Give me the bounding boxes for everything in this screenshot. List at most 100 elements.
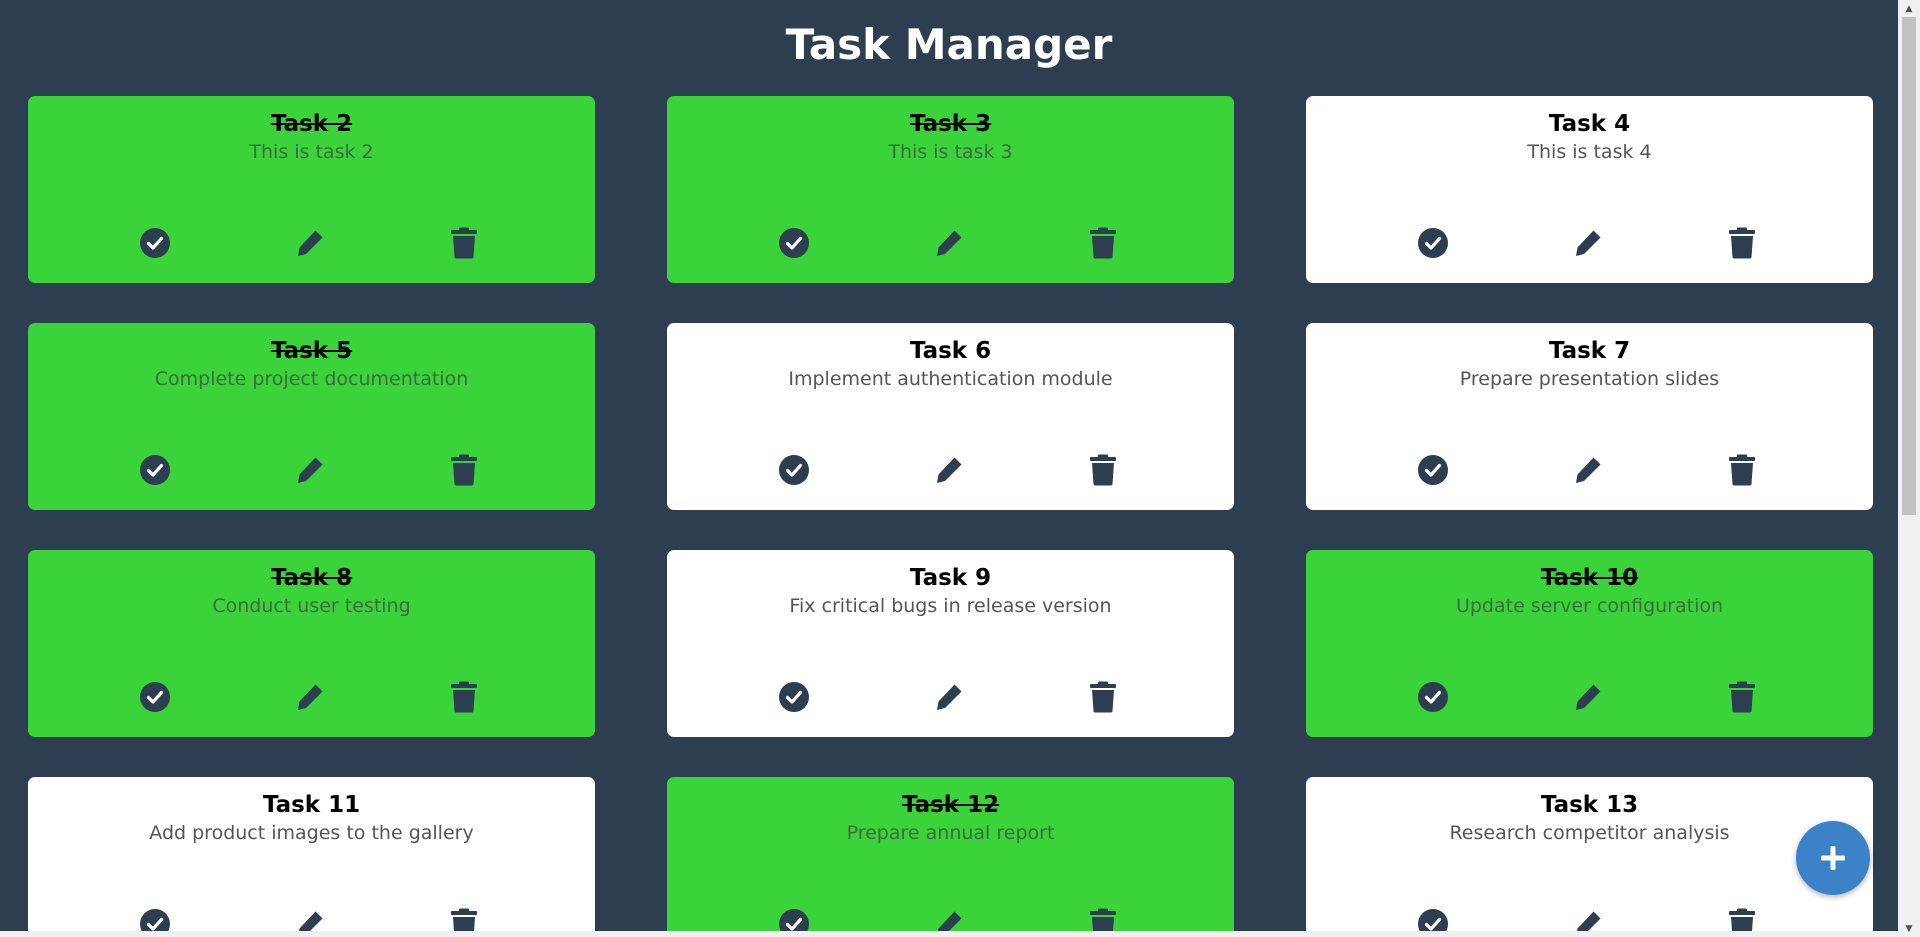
check-circle-icon xyxy=(1417,908,1449,931)
task-description: Prepare presentation slides xyxy=(1459,368,1720,390)
edit-task-button[interactable] xyxy=(932,907,966,931)
delete-task-button[interactable] xyxy=(1725,680,1759,714)
task-actions xyxy=(28,453,595,487)
task-description: Implement authentication module xyxy=(788,368,1113,390)
check-circle-icon xyxy=(139,681,171,713)
task-actions xyxy=(28,226,595,260)
complete-task-button[interactable] xyxy=(1416,907,1450,931)
check-circle-icon xyxy=(139,908,171,931)
complete-task-button[interactable] xyxy=(138,680,172,714)
edit-task-button[interactable] xyxy=(932,680,966,714)
task-actions xyxy=(1306,226,1873,260)
delete-task-button[interactable] xyxy=(1725,453,1759,487)
delete-task-button[interactable] xyxy=(1086,453,1120,487)
pencil-icon xyxy=(1572,681,1604,713)
task-description: This is task 4 xyxy=(1527,141,1652,163)
complete-task-button[interactable] xyxy=(777,226,811,260)
edit-task-button[interactable] xyxy=(932,453,966,487)
trash-icon xyxy=(450,227,478,259)
check-circle-icon xyxy=(778,681,810,713)
task-title: Task 12 xyxy=(901,792,1000,818)
complete-task-button[interactable] xyxy=(1416,226,1450,260)
edit-task-button[interactable] xyxy=(1571,226,1605,260)
trash-icon xyxy=(1728,681,1756,713)
task-description: Fix critical bugs in release version xyxy=(789,595,1112,617)
trash-icon xyxy=(450,908,478,931)
trash-icon xyxy=(1089,908,1117,931)
pencil-icon xyxy=(1572,454,1604,486)
task-title: Task 11 xyxy=(262,792,361,818)
task-description: Update server configuration xyxy=(1455,595,1724,617)
complete-task-button[interactable] xyxy=(1416,680,1450,714)
task-actions xyxy=(667,453,1234,487)
edit-task-button[interactable] xyxy=(1571,453,1605,487)
delete-task-button[interactable] xyxy=(1725,907,1759,931)
edit-task-button[interactable] xyxy=(293,226,327,260)
check-circle-icon xyxy=(1417,227,1449,259)
task-manager-page: Task Manager Task 2 This is task 2 Task 3T… xyxy=(0,0,1898,931)
complete-task-button[interactable] xyxy=(138,226,172,260)
delete-task-button[interactable] xyxy=(447,680,481,714)
edit-task-button[interactable] xyxy=(293,453,327,487)
task-actions xyxy=(1306,680,1873,714)
edit-task-button[interactable] xyxy=(1571,680,1605,714)
task-title: Task 4 xyxy=(1548,111,1631,137)
delete-task-button[interactable] xyxy=(1086,907,1120,931)
delete-task-button[interactable] xyxy=(447,226,481,260)
task-card: Task 7 Prepare presentation slides xyxy=(1306,323,1873,510)
complete-task-button[interactable] xyxy=(138,907,172,931)
edit-task-button[interactable] xyxy=(1571,907,1605,931)
check-circle-icon xyxy=(1417,454,1449,486)
complete-task-button[interactable] xyxy=(138,453,172,487)
vertical-scrollbar[interactable]: ▲ ▼ xyxy=(1898,0,1920,937)
pencil-icon xyxy=(933,908,965,931)
scroll-up-arrow-icon[interactable]: ▲ xyxy=(1898,0,1920,17)
trash-icon xyxy=(1728,454,1756,486)
task-card: Task 6 Implement authentication module xyxy=(667,323,1234,510)
task-card: Task 11 Add product images to the gallery xyxy=(28,777,595,931)
task-actions xyxy=(667,907,1234,931)
delete-task-button[interactable] xyxy=(1725,226,1759,260)
complete-task-button[interactable] xyxy=(777,680,811,714)
check-circle-icon xyxy=(778,908,810,931)
task-card: Task 13 Research competitor analysis xyxy=(1306,777,1873,931)
task-card: Task 9 Fix critical bugs in release versi… xyxy=(667,550,1234,737)
task-description: Conduct user testing xyxy=(212,595,411,617)
task-actions xyxy=(28,907,595,931)
delete-task-button[interactable] xyxy=(1086,226,1120,260)
task-description: Add product images to the gallery xyxy=(149,822,474,844)
pencil-icon xyxy=(933,454,965,486)
task-description: Complete project documentation xyxy=(154,368,469,390)
task-title: Task 6 xyxy=(909,338,992,364)
complete-task-button[interactable] xyxy=(777,907,811,931)
task-card: Task 4 This is task 4 xyxy=(1306,96,1873,283)
task-card: Task 12 Prepare annual report xyxy=(667,777,1234,931)
scroll-down-arrow-icon[interactable]: ▼ xyxy=(1898,920,1920,937)
edit-task-button[interactable] xyxy=(932,226,966,260)
pencil-icon xyxy=(294,454,326,486)
task-title: Task 9 xyxy=(909,565,992,591)
task-title: Task 8 xyxy=(270,565,353,591)
pencil-icon xyxy=(1572,227,1604,259)
edit-task-button[interactable] xyxy=(293,907,327,931)
complete-task-button[interactable] xyxy=(1416,453,1450,487)
delete-task-button[interactable] xyxy=(447,907,481,931)
task-title: Task 3 xyxy=(909,111,992,137)
task-actions xyxy=(667,226,1234,260)
task-card: Task 2 This is task 2 xyxy=(28,96,595,283)
complete-task-button[interactable] xyxy=(777,453,811,487)
task-grid: Task 2 This is task 2 Task 3 This is task 3… xyxy=(28,96,1874,931)
horizontal-edge xyxy=(0,931,1898,937)
task-card: Task 5 Complete project documentation xyxy=(28,323,595,510)
trash-icon xyxy=(1089,227,1117,259)
delete-task-button[interactable] xyxy=(1086,680,1120,714)
task-title: Task 13 xyxy=(1540,792,1639,818)
check-circle-icon xyxy=(139,454,171,486)
trash-icon xyxy=(1089,454,1117,486)
task-title: Task 7 xyxy=(1548,338,1631,364)
scrollbar-thumb[interactable] xyxy=(1902,17,1916,515)
edit-task-button[interactable] xyxy=(293,680,327,714)
trash-icon xyxy=(1728,908,1756,931)
delete-task-button[interactable] xyxy=(447,453,481,487)
add-task-button[interactable] xyxy=(1796,821,1870,895)
